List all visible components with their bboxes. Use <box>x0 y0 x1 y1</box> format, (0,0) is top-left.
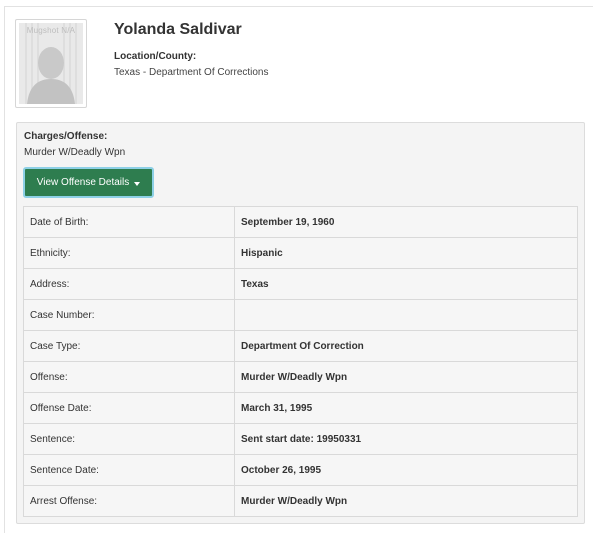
table-row: Offense Date: March 31, 1995 <box>23 392 578 424</box>
detail-key: Date of Birth: <box>23 206 235 238</box>
table-row: Sentence: Sent start date: 19950331 <box>23 423 578 455</box>
mugshot-placeholder: Mugshot N/A <box>15 19 87 108</box>
location-value: Texas - Department Of Corrections <box>114 67 269 78</box>
detail-key: Offense Date: <box>23 392 235 424</box>
mugshot-caption: Mugshot N/A <box>26 26 76 35</box>
table-row: Sentence Date: October 26, 1995 <box>23 454 578 486</box>
detail-value: Murder W/Deadly Wpn <box>234 361 578 393</box>
table-row: Ethnicity: Hispanic <box>23 237 578 269</box>
view-offense-details-button[interactable]: View Offense Details <box>23 167 154 198</box>
table-row: Case Type: Department Of Correction <box>23 330 578 362</box>
detail-value: March 31, 1995 <box>234 392 578 424</box>
detail-value: Murder W/Deadly Wpn <box>234 485 578 517</box>
table-row: Address: Texas <box>23 268 578 300</box>
table-row: Date of Birth: September 19, 1960 <box>23 206 578 238</box>
details-table: Date of Birth: September 19, 1960 Ethnicit… <box>23 206 578 517</box>
detail-value <box>234 299 578 331</box>
inmate-name: Yolanda Saldivar <box>114 21 242 38</box>
table-row: Arrest Offense: Murder W/Deadly Wpn <box>23 485 578 517</box>
table-row: Case Number: <box>23 299 578 331</box>
view-offense-details-label: View Offense Details <box>36 177 130 188</box>
detail-key: Offense: <box>23 361 235 393</box>
detail-key: Sentence: <box>23 423 235 455</box>
detail-value: Sent start date: 19950331 <box>234 423 578 455</box>
detail-key: Case Number: <box>23 299 235 331</box>
mugshot-frame: Mugshot N/A <box>19 23 83 104</box>
caret-down-icon <box>134 181 141 186</box>
charges-panel: Charges/Offense: Murder W/Deadly Wpn Vie… <box>16 122 585 524</box>
person-silhouette-icon <box>19 23 83 104</box>
location-label: Location/County: <box>114 51 197 62</box>
detail-value: Texas <box>234 268 578 300</box>
detail-key: Arrest Offense: <box>23 485 235 517</box>
detail-key: Ethnicity: <box>23 237 235 269</box>
detail-key: Address: <box>23 268 235 300</box>
table-row: Offense: Murder W/Deadly Wpn <box>23 361 578 393</box>
detail-key: Sentence Date: <box>23 454 235 486</box>
detail-key: Case Type: <box>23 330 235 362</box>
charges-value: Murder W/Deadly Wpn <box>24 147 126 158</box>
detail-value: September 19, 1960 <box>234 206 578 238</box>
detail-value: Hispanic <box>234 237 578 269</box>
charges-label: Charges/Offense: <box>24 131 108 142</box>
detail-value: Department Of Correction <box>234 330 578 362</box>
detail-value: October 26, 1995 <box>234 454 578 486</box>
